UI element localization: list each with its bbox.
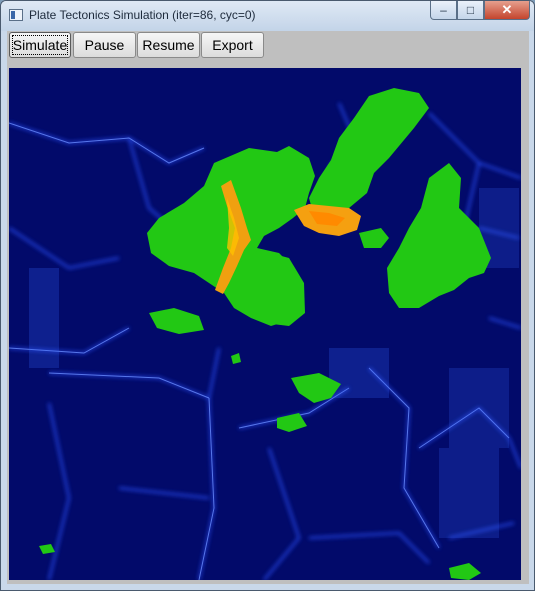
window-controls: – □ ✕ <box>430 1 530 21</box>
close-button[interactable]: ✕ <box>484 1 530 20</box>
terrain-map <box>9 68 521 580</box>
pause-button[interactable]: Pause <box>73 32 136 58</box>
window-title: Plate Tectonics Simulation (iter=86, cyc… <box>29 8 256 22</box>
maximize-button[interactable]: □ <box>457 1 484 20</box>
minimize-button[interactable]: – <box>430 1 457 20</box>
title-bar[interactable]: Plate Tectonics Simulation (iter=86, cyc… <box>1 1 534 31</box>
simulate-button[interactable]: Simulate <box>9 32 71 58</box>
simulation-view[interactable] <box>9 68 521 580</box>
export-button[interactable]: Export <box>201 32 264 58</box>
client-area: Simulate Pause Resume Export <box>7 31 529 584</box>
app-window-icon <box>9 9 23 21</box>
toolbar: Simulate Pause Resume Export <box>7 31 529 61</box>
resume-button[interactable]: Resume <box>137 32 200 58</box>
app-window: Plate Tectonics Simulation (iter=86, cyc… <box>0 0 535 591</box>
